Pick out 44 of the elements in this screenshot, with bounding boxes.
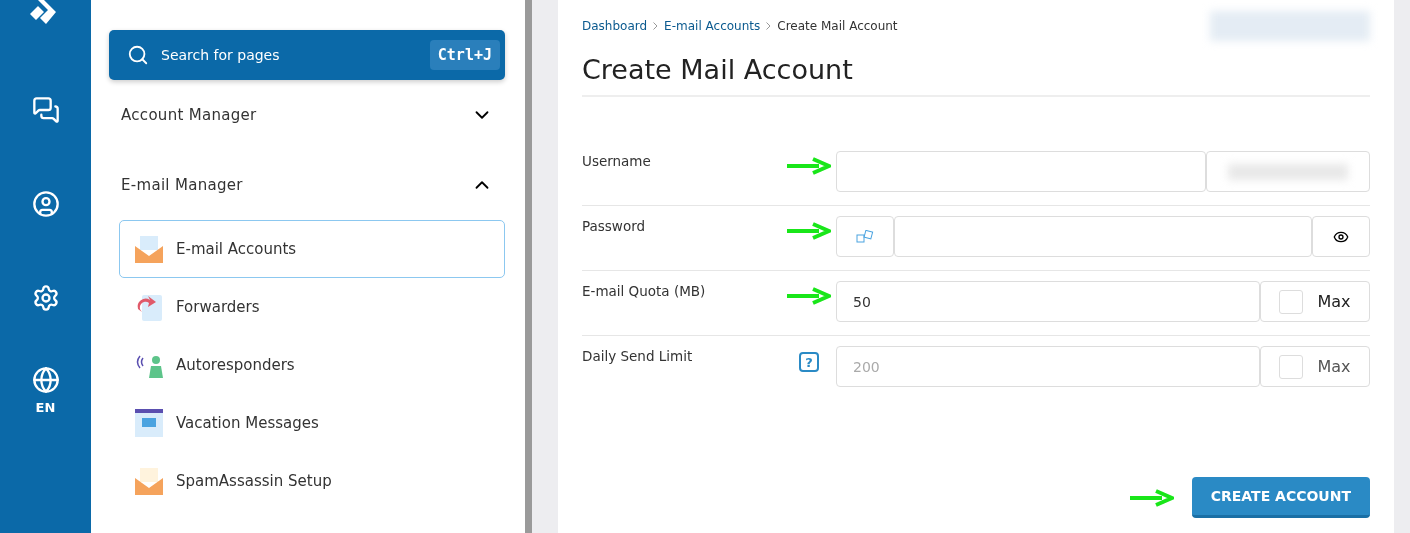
help-button[interactable]: ?	[799, 352, 819, 372]
menu-item[interactable]: Autoresponders	[119, 336, 505, 394]
password-input[interactable]	[894, 216, 1312, 257]
pointer-arrow-icon	[787, 287, 831, 305]
settings-icon[interactable]	[31, 284, 60, 312]
section-title[interactable]: Account Manager	[121, 106, 257, 124]
section-title[interactable]: E-mail Manager	[121, 176, 243, 194]
envelope-icon	[134, 234, 164, 264]
menu-item[interactable]: E-mail Accounts	[119, 220, 505, 278]
search-icon	[127, 44, 149, 66]
pointer-arrow-icon	[787, 157, 831, 175]
field-label: Password	[582, 218, 647, 234]
message-window-icon	[134, 408, 164, 438]
field-label: E-mail Quota (MB)	[582, 283, 707, 299]
username-input[interactable]	[836, 151, 1206, 192]
number-input[interactable]: 50	[836, 281, 1260, 322]
dice-icon	[856, 229, 874, 244]
breadcrumb-current[interactable]: Create Mail Account	[777, 19, 898, 33]
menu-item[interactable]: SpamAssassin Setup	[119, 452, 505, 510]
chat-icon[interactable]	[31, 96, 60, 124]
envelope-icon	[134, 466, 164, 496]
chevron-right-icon	[766, 22, 772, 30]
max-checkbox[interactable]	[1279, 354, 1304, 379]
field-label: Username	[582, 153, 652, 169]
max-checkbox[interactable]	[1279, 289, 1304, 314]
search-field[interactable]: Search for pages Ctrl+J	[109, 30, 505, 80]
menu-item[interactable]: Forwarders	[119, 278, 505, 336]
pointer-arrow-icon	[1129, 488, 1174, 507]
shortcut-hint: Ctrl+J	[429, 40, 500, 70]
globe-icon[interactable]	[31, 366, 60, 394]
page-title: Create Mail Account	[582, 54, 1370, 97]
language-label[interactable]: EN	[35, 400, 56, 415]
show-password-button[interactable]	[1312, 216, 1370, 257]
chevron-right-icon	[653, 22, 659, 30]
menu-item[interactable]: Vacation Messages	[119, 394, 505, 452]
max-label: Max	[1317, 357, 1351, 376]
breadcrumb-link[interactable]: E-mail Accounts	[664, 19, 761, 33]
create-account-button[interactable]: CREATE ACCOUNT	[1191, 477, 1370, 518]
number-input[interactable]: 200	[836, 346, 1260, 387]
profile-icon[interactable]	[31, 190, 60, 218]
field-label: Daily Send Limit	[582, 348, 694, 364]
max-label: Max	[1317, 292, 1351, 311]
breadcrumb-link[interactable]: Dashboard	[582, 19, 648, 33]
pointer-arrow-icon	[787, 222, 831, 240]
